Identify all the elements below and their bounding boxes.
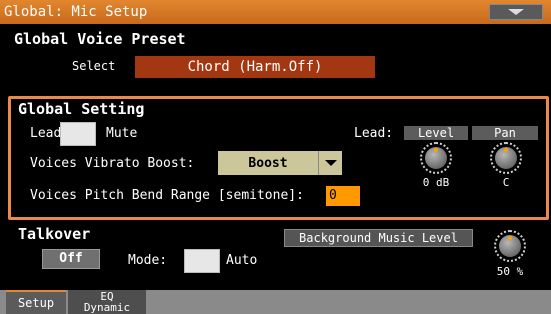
tab-bar: Setup EQ Dynamic	[0, 290, 551, 314]
auto-mode-checkbox[interactable]	[184, 249, 220, 273]
vibrato-value: Boost	[248, 155, 288, 171]
background-music-level-button[interactable]: Background Music Level	[284, 229, 473, 247]
tab-eq-dynamic[interactable]: EQ Dynamic	[68, 290, 146, 314]
pan-header: Pan	[472, 126, 538, 140]
title-bar: Global: Mic Setup	[0, 0, 551, 24]
voice-preset-title: Global Voice Preset	[14, 30, 186, 48]
level-header: Level	[404, 126, 468, 140]
chevron-down-icon	[324, 160, 337, 166]
tab-setup[interactable]: Setup	[6, 290, 66, 314]
voice-preset-select[interactable]: Chord (Harm.Off)	[135, 56, 375, 78]
talkover-off-button[interactable]: Off	[42, 249, 100, 269]
lead-label-right: Lead:	[354, 126, 394, 141]
level-knob-indicator	[434, 148, 438, 152]
tab-dynamic-label: Dynamic	[83, 301, 131, 314]
page-title: Global: Mic Setup	[4, 4, 148, 20]
pitch-bend-label: Voices Pitch Bend Range [semitone]:	[30, 188, 304, 203]
mute-label: Mute	[106, 126, 138, 141]
tab-setup-label: Setup	[17, 296, 55, 310]
global-setting-title: Global Setting	[18, 100, 145, 118]
page-menu-button[interactable]	[489, 4, 543, 20]
bg-music-knob-indicator	[508, 236, 512, 240]
mute-checkbox[interactable]	[60, 122, 96, 146]
select-label: Select	[72, 59, 116, 73]
talkover-title: Talkover	[18, 225, 91, 243]
bg-music-value: 50 %	[496, 265, 524, 278]
level-value: 0 dB	[422, 176, 450, 189]
vibrato-dropdown-button[interactable]	[318, 151, 342, 175]
mode-label: Mode:	[128, 253, 168, 268]
auto-label: Auto	[226, 253, 258, 268]
pitch-bend-field[interactable]: 0	[326, 186, 360, 206]
chevron-down-icon	[508, 9, 524, 15]
pan-value: C	[502, 176, 510, 189]
vibrato-label: Voices Vibrato Boost:	[30, 156, 195, 171]
vibrato-dropdown[interactable]: Boost	[218, 151, 342, 175]
voice-preset-value: Chord (Harm.Off)	[187, 59, 323, 75]
pan-knob-indicator	[504, 148, 508, 152]
